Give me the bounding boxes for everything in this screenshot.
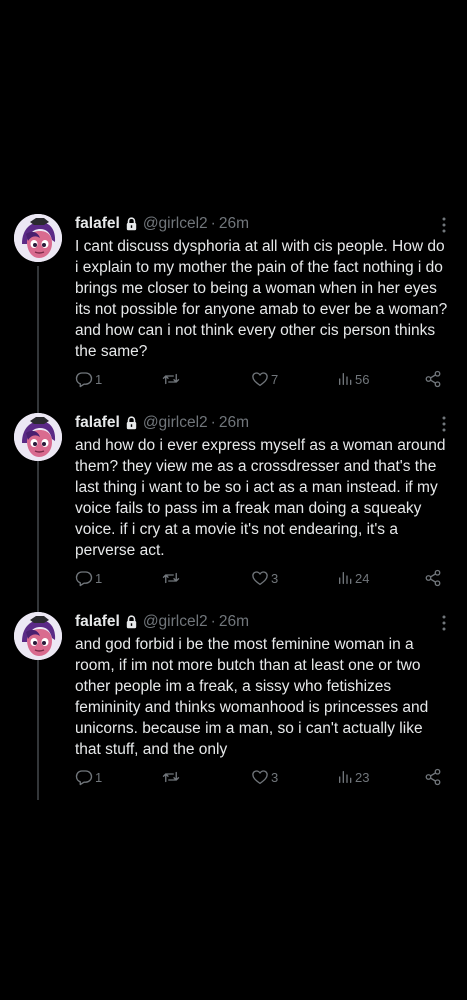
author-handle[interactable]: @girlcel2 <box>143 613 208 631</box>
reply-button[interactable]: 1 <box>75 568 102 588</box>
tweet-text: and how do i ever express myself as a wo… <box>75 435 453 561</box>
timestamp[interactable]: 26m <box>219 215 249 233</box>
author-name[interactable]: falafel <box>75 215 120 233</box>
share-button[interactable] <box>424 568 442 588</box>
tweet[interactable]: falafel @girlcel2 · 26m and how do i eve… <box>0 413 467 593</box>
tweet-header: falafel @girlcel2 · 26m <box>75 612 447 632</box>
like-button[interactable]: 7 <box>251 369 278 389</box>
tweet-text-line: its not possible for anyone amab to ever… <box>75 301 448 318</box>
tweet-text-line: last thing i want to be so i act as a ma… <box>75 479 438 496</box>
tweet-text-line: them? they view me as a crossdresser and… <box>75 458 437 475</box>
tweet-header: falafel @girlcel2 · 26m <box>75 214 447 234</box>
timestamp[interactable]: 26m <box>219 414 249 432</box>
tweet-text-line: voice fails to pass im a freak man doing… <box>75 500 422 517</box>
share-button[interactable] <box>424 767 442 787</box>
reply-count: 1 <box>95 769 103 785</box>
repost-button[interactable] <box>161 568 183 588</box>
share-icon <box>424 569 442 587</box>
tweet-text-line: the same? <box>75 343 148 360</box>
timestamp[interactable]: 26m <box>219 613 249 631</box>
share-button[interactable] <box>424 369 442 389</box>
views-button[interactable]: 56 <box>337 369 369 389</box>
reply-button[interactable]: 1 <box>75 369 102 389</box>
heart-icon <box>251 768 269 786</box>
tweet-text-line: other people im a freak, a sissy who fet… <box>75 678 392 695</box>
tweet-text-line: voice. if i cry at a movie it's not ende… <box>75 521 398 538</box>
repost-icon <box>161 370 181 388</box>
tweet-text-line: and how do i ever express myself as a wo… <box>75 437 446 454</box>
tweet-actions: 1 7 56 <box>75 369 445 389</box>
more-icon[interactable] <box>441 216 447 234</box>
tweet-actions: 1 3 23 <box>75 767 445 787</box>
like-button[interactable]: 3 <box>251 767 278 787</box>
tweet-actions: 1 3 24 <box>75 568 445 588</box>
views-icon <box>337 370 353 388</box>
tweet[interactable]: falafel @girlcel2 · 26m I cant discuss d… <box>0 214 467 394</box>
avatar[interactable] <box>14 413 62 461</box>
separator-dot: · <box>210 613 216 630</box>
tweet-text-line: and god forbid i be the most feminine wo… <box>75 636 414 653</box>
reply-icon <box>75 768 93 786</box>
more-icon[interactable] <box>441 415 447 433</box>
repost-button[interactable] <box>161 369 183 389</box>
repost-icon <box>161 569 181 587</box>
reply-icon <box>75 370 93 388</box>
lock-icon <box>126 217 137 231</box>
tweet-text-line: I cant discuss dysphoria at all with cis… <box>75 238 445 255</box>
views-button[interactable]: 24 <box>337 568 369 588</box>
tweet-text-line: i explain to my mother the pain of the f… <box>75 259 443 276</box>
tweet-text-line: perverse act. <box>75 542 165 559</box>
author-handle[interactable]: @girlcel2 <box>143 215 208 233</box>
tweet-text-line: room, if im not more butch than at least… <box>75 657 421 674</box>
like-count: 3 <box>271 570 279 586</box>
views-count: 24 <box>355 570 370 586</box>
tweet-text-line: that stuff, and the only <box>75 741 228 758</box>
tweet-text-line: unicorns. because im a man, so i can't a… <box>75 720 423 737</box>
tweet-text: and god forbid i be the most feminine wo… <box>75 634 453 760</box>
reply-count: 1 <box>95 371 103 387</box>
author-name[interactable]: falafel <box>75 414 120 432</box>
avatar[interactable] <box>14 214 62 262</box>
views-icon <box>337 768 353 786</box>
tweet[interactable]: falafel @girlcel2 · 26m and god forbid i… <box>0 612 467 792</box>
views-count: 56 <box>355 371 370 387</box>
repost-button[interactable] <box>161 767 183 787</box>
author-handle[interactable]: @girlcel2 <box>143 414 208 432</box>
views-button[interactable]: 23 <box>337 767 369 787</box>
like-count: 3 <box>271 769 279 785</box>
reply-count: 1 <box>95 570 103 586</box>
author-name[interactable]: falafel <box>75 613 120 631</box>
reply-button[interactable]: 1 <box>75 767 102 787</box>
tweet-header: falafel @girlcel2 · 26m <box>75 413 447 433</box>
views-icon <box>337 569 353 587</box>
reply-icon <box>75 569 93 587</box>
share-icon <box>424 370 442 388</box>
heart-icon <box>251 370 269 388</box>
heart-icon <box>251 569 269 587</box>
views-count: 23 <box>355 769 370 785</box>
tweet-text-line: and how can i not think every other cis … <box>75 322 436 339</box>
avatar[interactable] <box>14 612 62 660</box>
tweet-text-line: femininity and thinks womanhood is princ… <box>75 699 429 716</box>
like-button[interactable]: 3 <box>251 568 278 588</box>
more-icon[interactable] <box>441 614 447 632</box>
like-count: 7 <box>271 371 279 387</box>
separator-dot: · <box>210 414 216 431</box>
lock-icon <box>126 416 137 430</box>
tweet-text-line: brings me closer to being a woman when i… <box>75 280 437 297</box>
repost-icon <box>161 768 181 786</box>
tweet-text: I cant discuss dysphoria at all with cis… <box>75 236 453 362</box>
lock-icon <box>126 615 137 629</box>
share-icon <box>424 768 442 786</box>
separator-dot: · <box>210 215 216 232</box>
